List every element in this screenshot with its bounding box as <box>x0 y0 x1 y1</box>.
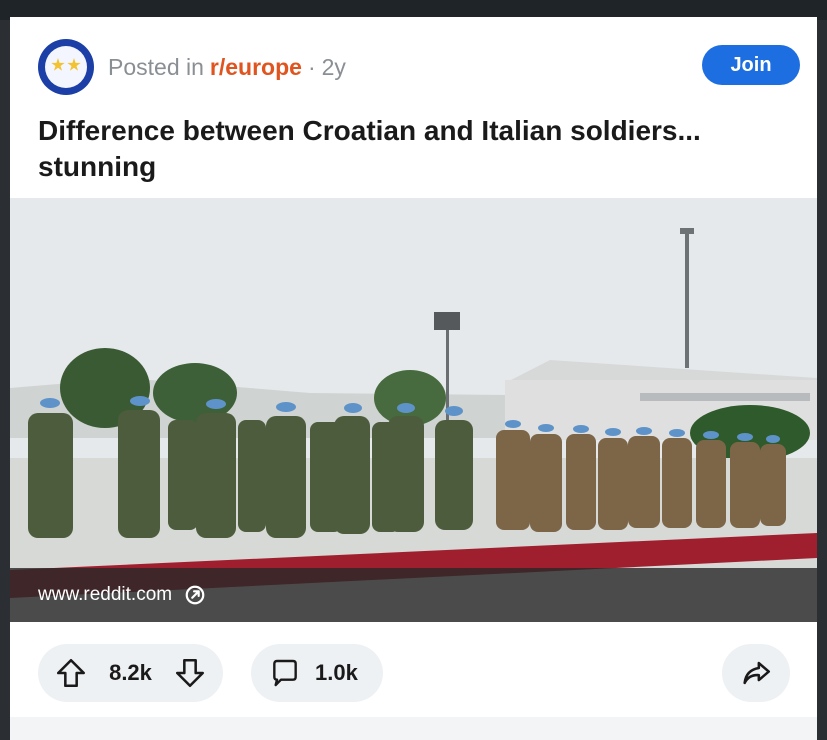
star-icon <box>51 58 65 71</box>
comments-button[interactable]: 1.0k <box>251 644 383 702</box>
link-domain[interactable]: www.reddit.com <box>38 584 172 606</box>
comment-bubble-icon <box>273 659 297 687</box>
soldiers-photo <box>10 198 817 622</box>
vote-bar: 8.2k <box>38 644 223 702</box>
upvote-count: 8.2k <box>109 660 152 685</box>
meta-separator: · <box>307 53 316 80</box>
post-actions: 8.2k 1.0k <box>38 644 790 702</box>
downvote-arrow-icon[interactable] <box>173 656 207 690</box>
subreddit-link[interactable]: r/europe <box>210 54 302 81</box>
star-icon <box>67 58 81 71</box>
avatar-face <box>45 46 87 88</box>
external-link-icon <box>185 585 205 605</box>
comment-count: 1.0k <box>315 660 358 685</box>
share-button[interactable] <box>722 644 790 702</box>
post-meta: Posted in r/europe · 2y <box>108 54 346 81</box>
link-bar[interactable]: www.reddit.com <box>10 568 817 622</box>
post-title[interactable]: Difference between Croatian and Italian … <box>38 113 798 185</box>
share-arrow-icon <box>743 661 771 685</box>
posted-in-label: Posted in <box>108 53 204 80</box>
post-header: Posted in r/europe · 2y Join <box>38 39 800 95</box>
next-post-strip <box>10 717 817 740</box>
upvote-arrow-icon[interactable] <box>54 656 88 690</box>
join-button[interactable]: Join <box>702 45 800 85</box>
post-age: 2y <box>321 53 346 80</box>
post-image[interactable] <box>10 198 817 622</box>
post-card[interactable]: Posted in r/europe · 2y Join Difference … <box>10 17 817 740</box>
subreddit-avatar-icon[interactable] <box>38 39 94 95</box>
